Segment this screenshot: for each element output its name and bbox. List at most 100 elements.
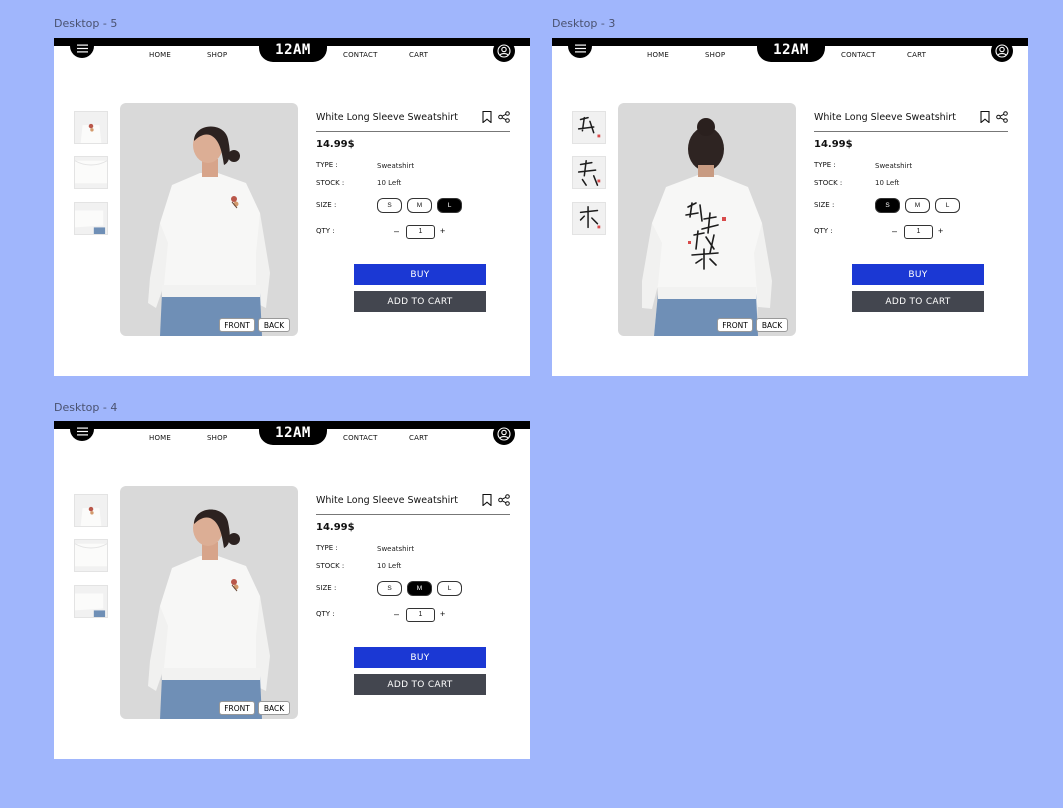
bookmark-icon[interactable] <box>980 111 990 123</box>
type-value: Sweatshirt <box>377 162 415 170</box>
add-to-cart-button[interactable]: ADD TO CART <box>354 674 486 695</box>
buy-button[interactable]: BUY <box>354 647 486 668</box>
type-label: TYPE : <box>316 544 338 552</box>
nav-contact[interactable]: CONTACT <box>343 434 378 442</box>
title-divider <box>316 514 510 515</box>
qty-label: QTY : <box>814 227 833 235</box>
menu-button[interactable] <box>70 38 94 58</box>
thumbnail-1[interactable] <box>74 111 108 144</box>
thumbnail-2[interactable] <box>74 539 108 572</box>
nav-cart[interactable]: CART <box>409 434 428 442</box>
size-option-l[interactable]: L <box>935 198 960 213</box>
desktop-frame: HOME SHOP 12AM CONTACT CART FRONT BACK W… <box>54 421 530 759</box>
thumbnail-1[interactable] <box>572 111 606 144</box>
buy-button[interactable]: BUY <box>354 264 486 285</box>
nav-home[interactable]: HOME <box>647 51 669 59</box>
type-value: Sweatshirt <box>875 162 913 170</box>
share-icon[interactable] <box>498 111 510 123</box>
add-to-cart-button[interactable]: ADD TO CART <box>354 291 486 312</box>
front-view-button[interactable]: FRONT <box>219 701 255 715</box>
user-icon <box>497 44 511 58</box>
product-price: 14.99$ <box>316 522 355 533</box>
size-option-m[interactable]: M <box>407 198 432 213</box>
size-label: SIZE : <box>316 201 337 209</box>
size-option-m[interactable]: M <box>407 581 432 596</box>
bookmark-icon[interactable] <box>482 111 492 123</box>
nav-home[interactable]: HOME <box>149 434 171 442</box>
title-divider <box>814 131 1008 132</box>
qty-input[interactable]: 1 <box>406 225 435 239</box>
back-view-button[interactable]: BACK <box>756 318 788 332</box>
back-view-button[interactable]: BACK <box>258 701 290 715</box>
bookmark-icon[interactable] <box>482 494 492 506</box>
qty-increment-button[interactable]: + <box>440 609 445 619</box>
nav-shop[interactable]: SHOP <box>207 51 227 59</box>
stock-label: STOCK : <box>814 179 843 187</box>
brand-logo[interactable]: 12AM <box>259 421 327 445</box>
user-icon <box>995 44 1009 58</box>
size-label: SIZE : <box>814 201 835 209</box>
thumbnail-2[interactable] <box>74 156 108 189</box>
product-image: FRONT BACK <box>618 103 796 336</box>
qty-decrement-button[interactable]: – <box>892 226 897 236</box>
title-divider <box>316 131 510 132</box>
product-image: FRONT BACK <box>120 103 298 336</box>
qty-decrement-button[interactable]: – <box>394 226 399 236</box>
size-option-s[interactable]: S <box>377 581 402 596</box>
buy-button[interactable]: BUY <box>852 264 984 285</box>
frame-label: Desktop - 5 <box>54 17 118 30</box>
front-view-button[interactable]: FRONT <box>717 318 753 332</box>
qty-decrement-button[interactable]: – <box>394 609 399 619</box>
frame-label: Desktop - 4 <box>54 401 118 414</box>
desktop-frame: HOME SHOP 12AM CONTACT CART FRONT BACK W… <box>552 38 1028 376</box>
stock-value: 10 Left <box>377 562 402 570</box>
back-view-button[interactable]: BACK <box>258 318 290 332</box>
add-to-cart-button[interactable]: ADD TO CART <box>852 291 984 312</box>
menu-button[interactable] <box>70 421 94 441</box>
size-option-s[interactable]: S <box>875 198 900 213</box>
qty-increment-button[interactable]: + <box>938 226 943 236</box>
stock-label: STOCK : <box>316 179 345 187</box>
menu-button[interactable] <box>568 38 592 58</box>
type-value: Sweatshirt <box>377 545 415 553</box>
nav-home[interactable]: HOME <box>149 51 171 59</box>
share-icon[interactable] <box>498 494 510 506</box>
nav-cart[interactable]: CART <box>409 51 428 59</box>
qty-label: QTY : <box>316 610 335 618</box>
nav-cart[interactable]: CART <box>907 51 926 59</box>
nav-shop[interactable]: SHOP <box>705 51 725 59</box>
product-price: 14.99$ <box>814 139 853 150</box>
thumbnail-1[interactable] <box>74 494 108 527</box>
qty-label: QTY : <box>316 227 335 235</box>
menu-icon <box>76 44 88 52</box>
size-option-m[interactable]: M <box>905 198 930 213</box>
qty-input[interactable]: 1 <box>406 608 435 622</box>
size-option-l[interactable]: L <box>437 198 462 213</box>
nav-shop[interactable]: SHOP <box>207 434 227 442</box>
type-label: TYPE : <box>814 161 836 169</box>
size-option-l[interactable]: L <box>437 581 462 596</box>
front-view-button[interactable]: FRONT <box>219 318 255 332</box>
account-button[interactable] <box>493 40 515 62</box>
user-icon <box>497 427 511 441</box>
share-icon[interactable] <box>996 111 1008 123</box>
thumbnail-2[interactable] <box>572 156 606 189</box>
nav-contact[interactable]: CONTACT <box>343 51 378 59</box>
stock-value: 10 Left <box>377 179 402 187</box>
qty-input[interactable]: 1 <box>904 225 933 239</box>
brand-logo[interactable]: 12AM <box>757 38 825 62</box>
product-price: 14.99$ <box>316 139 355 150</box>
thumbnail-3[interactable] <box>74 585 108 618</box>
size-option-s[interactable]: S <box>377 198 402 213</box>
qty-increment-button[interactable]: + <box>440 226 445 236</box>
thumbnail-3[interactable] <box>572 202 606 235</box>
size-label: SIZE : <box>316 584 337 592</box>
brand-logo[interactable]: 12AM <box>259 38 327 62</box>
type-label: TYPE : <box>316 161 338 169</box>
nav-contact[interactable]: CONTACT <box>841 51 876 59</box>
account-button[interactable] <box>493 423 515 445</box>
product-title: White Long Sleeve Sweatshirt <box>814 112 956 123</box>
account-button[interactable] <box>991 40 1013 62</box>
product-image: FRONT BACK <box>120 486 298 719</box>
thumbnail-3[interactable] <box>74 202 108 235</box>
